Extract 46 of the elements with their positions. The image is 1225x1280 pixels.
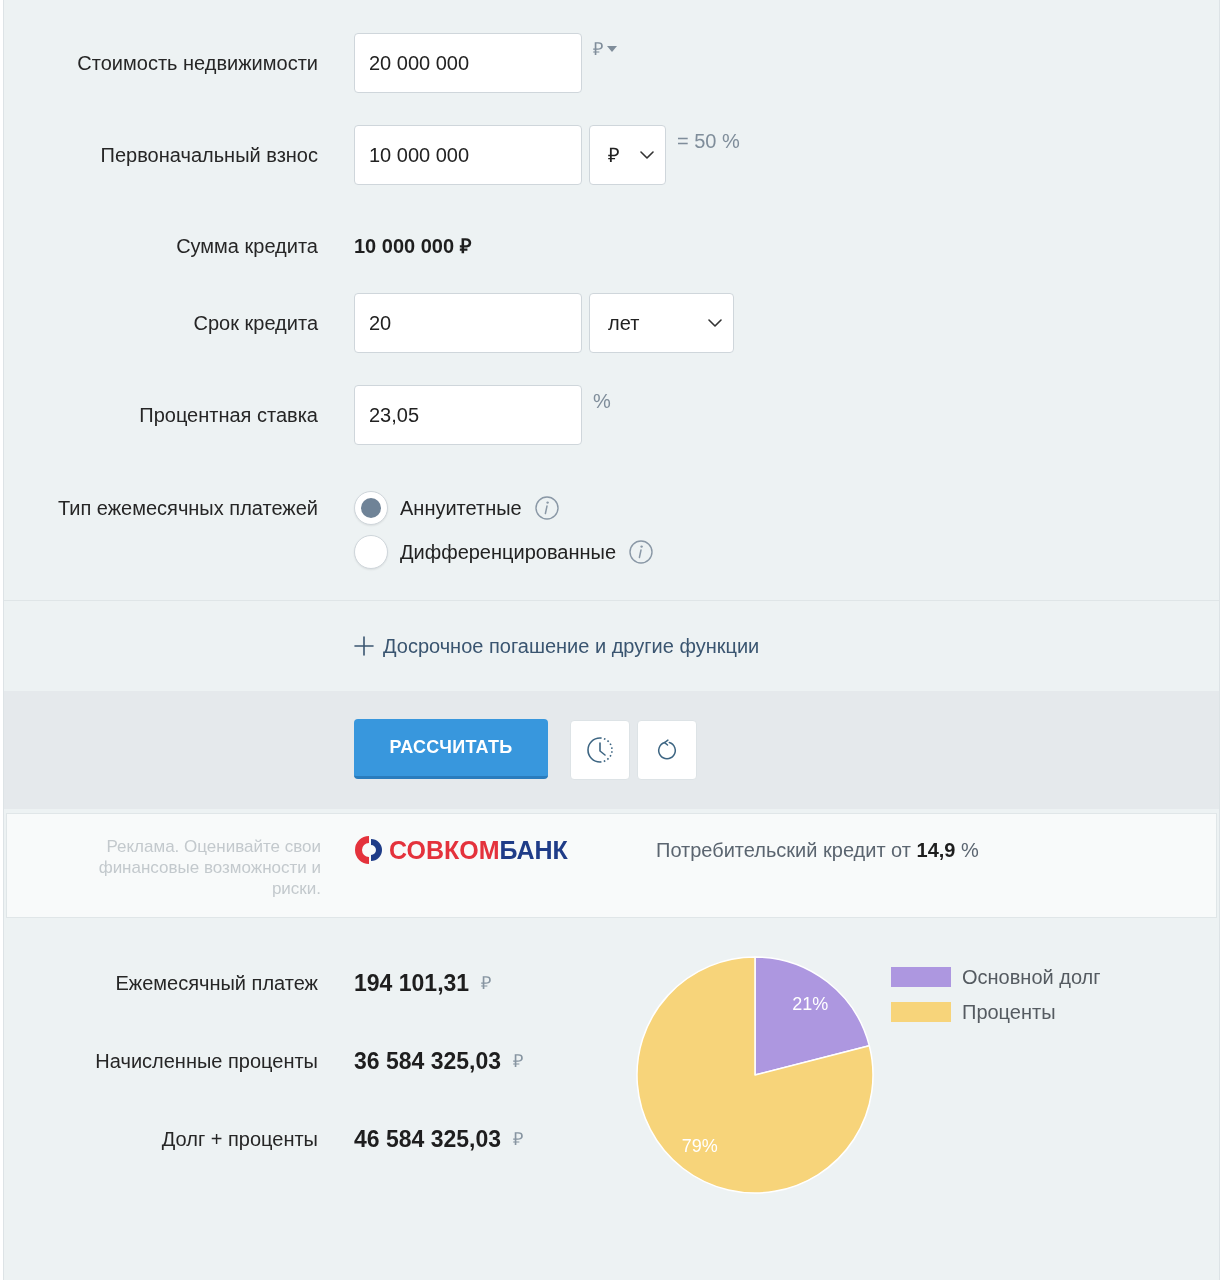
text-field[interactable]: 20 — [354, 293, 582, 353]
result-value: 194 101,31 — [354, 968, 470, 998]
field-label: Долг + проценты — [161, 1127, 318, 1151]
slice-label: 79% — [681, 1136, 718, 1157]
chevron-down-icon — [640, 151, 654, 159]
info-icon[interactable] — [534, 496, 559, 520]
caret-down-icon — [607, 46, 617, 52]
chevron-down-icon — [708, 319, 722, 327]
result-value: 46 584 325,03 — [354, 1124, 502, 1154]
loan-amount-value: 10 000 000 ₽ — [354, 233, 472, 259]
legend-label: Основной долг — [962, 967, 1101, 987]
currency-sign: ₽ — [513, 1049, 524, 1073]
logo-mark-icon — [355, 836, 383, 864]
percent-note: = 50 % — [677, 129, 740, 153]
field-label: Срок кредита — [193, 311, 318, 335]
legend-label: Проценты — [962, 1002, 1056, 1022]
field-label: Стоимость недвижимости — [77, 51, 318, 75]
field-label: Процентная ставка — [139, 403, 318, 427]
dropdown[interactable]: ₽ — [589, 125, 666, 185]
text-field[interactable]: 10 000 000 — [354, 125, 582, 185]
more-options-link[interactable]: Досрочное погашение и другие функции — [354, 631, 760, 661]
radio-button[interactable] — [354, 491, 388, 525]
ad-offer-text: Потребительский кредит от 14,9 % — [656, 838, 979, 863]
dropdown[interactable]: лет — [589, 293, 734, 353]
result-value: 36 584 325,03 — [354, 1046, 502, 1076]
logo-text: СОВКОМБАНК — [389, 836, 568, 864]
field-label: Тип ежемесячных платежей — [57, 496, 318, 520]
clock-icon — [586, 736, 614, 764]
text-field[interactable]: 23,05 — [354, 385, 582, 445]
history-button[interactable] — [570, 720, 630, 780]
reset-button[interactable] — [637, 720, 697, 780]
field-label: Начисленные проценты — [95, 1049, 318, 1073]
unit-label: % — [593, 389, 611, 413]
plus-icon — [354, 636, 374, 656]
field-label: Первоначальный взнос — [100, 143, 318, 167]
info-icon[interactable] — [629, 540, 654, 564]
field-label: Сумма кредита — [176, 233, 318, 258]
circular-arrow-icon — [656, 739, 678, 761]
radio-button[interactable] — [354, 535, 388, 569]
slice-label: 21% — [792, 993, 829, 1014]
currency-sign: ₽ — [513, 1127, 524, 1151]
field-label: Ежемесячный платеж — [115, 971, 318, 995]
text-field[interactable]: 20 000 000 — [354, 33, 582, 93]
radio-label[interactable]: Дифференцированные — [400, 537, 617, 567]
currency-sign: ₽ — [481, 971, 492, 995]
radio-label[interactable]: Аннуитетные — [400, 493, 522, 523]
